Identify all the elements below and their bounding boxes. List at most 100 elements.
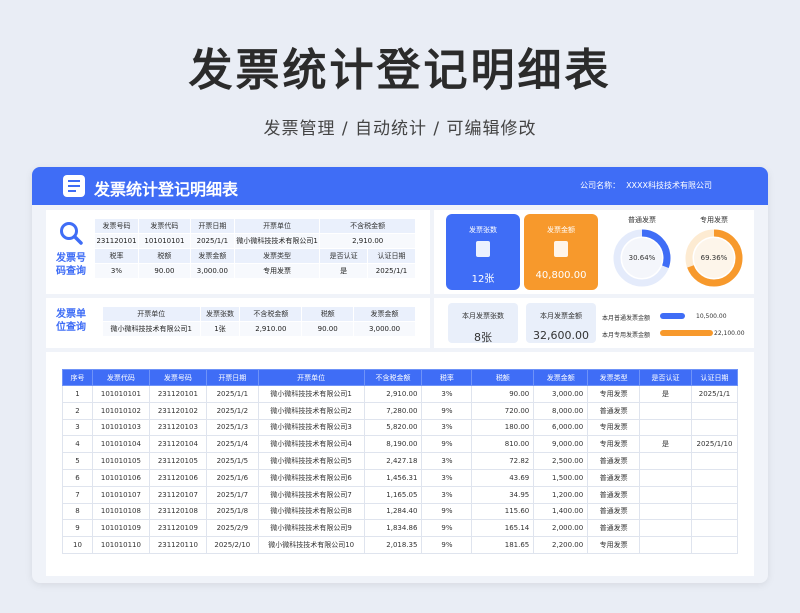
invoice-query-header-cell: 不含税金额 bbox=[319, 218, 416, 234]
table-cell bbox=[690, 401, 739, 420]
coins-icon bbox=[554, 241, 568, 257]
sheet-header: 发票统计登记明细表 公司名称： XXXX科技技术有限公司 bbox=[32, 167, 768, 205]
table-cell: 2,427.18 bbox=[363, 452, 423, 470]
unit-query-value-cell: 90.00 bbox=[301, 321, 355, 337]
table-cell: 231120109 bbox=[148, 519, 207, 538]
invoice-query-header-cell: 发票金额 bbox=[189, 248, 235, 264]
month-ordinary-bar bbox=[660, 313, 685, 319]
table-cell: 180.00 bbox=[471, 418, 535, 437]
table-cell: 101010107 bbox=[91, 485, 150, 504]
search-icon bbox=[60, 222, 83, 245]
unit-query-value-cell: 2,910.00 bbox=[239, 321, 303, 337]
month-special-bar bbox=[660, 330, 713, 336]
table-cell: 专用发票 bbox=[587, 435, 641, 454]
invoice-query-label-line1: 发票号 bbox=[56, 253, 86, 264]
unit-query-label: 发票单 位查询 bbox=[52, 308, 90, 334]
table-cell bbox=[639, 401, 692, 420]
unit-query-header-cell: 不含税金额 bbox=[239, 306, 303, 322]
table-row: 10 101010110 231120110 2025/2/10 微小微科技技术有限公司… bbox=[62, 536, 739, 554]
table-cell: 1,400.00 bbox=[533, 502, 589, 521]
invoice-query-value-cell: 101010101 bbox=[137, 233, 191, 249]
table-cell: 101010106 bbox=[91, 468, 150, 487]
table-cell: 3% bbox=[421, 452, 473, 470]
month-special-label: 本月专用发票金额 bbox=[602, 332, 651, 339]
column-header: 税率 bbox=[421, 369, 473, 386]
invoice-count-value: 12张 bbox=[471, 274, 495, 285]
table-cell: 2025/1/4 bbox=[205, 435, 259, 454]
invoice-query-header-cell: 税率 bbox=[94, 248, 139, 264]
table-cell: 101010105 bbox=[91, 452, 150, 470]
table-cell bbox=[690, 536, 739, 554]
invoice-query-label-line2: 码查询 bbox=[56, 266, 86, 277]
table-cell: 231120105 bbox=[148, 452, 207, 470]
company-info: 公司名称： XXXX科技技术有限公司 bbox=[580, 180, 712, 191]
invoice-query-value-cell: 2,910.00 bbox=[319, 233, 416, 249]
table-cell: 微小微科技技术有限公司6 bbox=[257, 468, 365, 487]
table-cell: 普通发票 bbox=[587, 485, 641, 504]
table-cell: 2 bbox=[62, 401, 93, 420]
month-count-card: 本月发票张数 8张 bbox=[448, 303, 518, 344]
column-header: 税额 bbox=[471, 369, 535, 386]
table-row: 6 101010106 231120106 2025/1/6 微小微科技技术有限公司6 1… bbox=[62, 468, 739, 487]
table-cell: 2,910.00 bbox=[363, 385, 423, 403]
table-cell: 9 bbox=[62, 519, 93, 538]
table-cell: 7 bbox=[62, 485, 93, 504]
month-amount-label: 本月发票金额 bbox=[540, 312, 582, 320]
table-cell: 2025/1/3 bbox=[205, 418, 259, 437]
table-cell: 101010102 bbox=[91, 401, 150, 420]
table-cell: 普通发票 bbox=[587, 401, 641, 420]
table-cell bbox=[690, 519, 739, 538]
unit-query-header-cell: 税额 bbox=[301, 306, 355, 322]
sheet-title: 发票统计登记明细表 bbox=[94, 180, 239, 199]
table-cell: 231120108 bbox=[148, 502, 207, 521]
column-header: 开票日期 bbox=[205, 369, 259, 386]
page-subtitle: 发票管理 / 自动统计 / 可编辑修改 bbox=[263, 119, 537, 139]
table-cell: 231120102 bbox=[148, 401, 207, 420]
table-cell: 是 bbox=[639, 435, 692, 454]
invoice-query-header-cell: 发票号码 bbox=[94, 218, 139, 234]
table-cell: 2025/2/9 bbox=[205, 519, 259, 538]
table-cell bbox=[690, 452, 739, 470]
table-cell: 微小微科技技术有限公司1 bbox=[257, 385, 365, 403]
table-cell: 微小微科技技术有限公司7 bbox=[257, 485, 365, 504]
month-count-label: 本月发票张数 bbox=[462, 312, 504, 320]
unit-query-panel: 发票单 位查询 开票单位 发票张数 不含税金额 税额 发票金额 微小微科技技术有限公司1… bbox=[46, 298, 430, 348]
invoice-query-value-cell: 3% bbox=[94, 263, 139, 279]
table-cell bbox=[690, 502, 739, 521]
table-cell bbox=[639, 519, 692, 538]
table-cell bbox=[639, 468, 692, 487]
table-cell: 1,456.31 bbox=[363, 468, 423, 487]
column-header: 序号 bbox=[62, 369, 93, 386]
table-cell bbox=[639, 536, 692, 554]
table-cell: 8,190.00 bbox=[363, 435, 423, 454]
table-cell: 7,280.00 bbox=[363, 401, 423, 420]
column-header: 发票号码 bbox=[148, 369, 207, 386]
table-cell bbox=[690, 485, 739, 504]
table-cell: 231120110 bbox=[148, 536, 207, 554]
month-ordinary-value: 10,500.00 bbox=[696, 313, 727, 320]
table-cell: 231120103 bbox=[148, 418, 207, 437]
table-row: 4 101010104 231120104 2025/1/4 微小微科技技术有限公司4 8… bbox=[62, 435, 739, 454]
table-cell: 微小微科技技术有限公司3 bbox=[257, 418, 365, 437]
table-cell: 2025/1/5 bbox=[205, 452, 259, 470]
table-cell: 2025/1/6 bbox=[205, 468, 259, 487]
table-cell: 3% bbox=[421, 485, 473, 504]
table-cell: 720.00 bbox=[471, 401, 535, 420]
invoice-table: 序号 发票代码 发票号码 开票日期 开票单位 不含税金额 税率 税额 发票金额 发票类型 是否认证认… bbox=[62, 369, 739, 554]
column-header: 发票金额 bbox=[533, 369, 589, 386]
invoice-query-value-cell: 3,000.00 bbox=[189, 263, 235, 279]
invoice-query-panel: 发票号 码查询 发票号码 发票代码 开票日期 开票单位 不含税金额 231120101 1… bbox=[46, 210, 430, 294]
special-invoice-label: 专用发票 bbox=[700, 216, 728, 224]
invoice-query-header-cell: 开票单位 bbox=[233, 218, 321, 234]
invoice-query-value-cell: 2025/1/1 bbox=[189, 233, 235, 249]
table-cell: 普通发票 bbox=[587, 502, 641, 521]
unit-query-header-cell: 发票张数 bbox=[199, 306, 241, 322]
table-cell bbox=[690, 468, 739, 487]
invoice-query-value-cell: 2025/1/1 bbox=[367, 263, 416, 279]
document-icon bbox=[63, 175, 85, 197]
table-cell: 3% bbox=[421, 418, 473, 437]
month-count-value: 8张 bbox=[474, 331, 492, 344]
table-cell: 10 bbox=[62, 536, 93, 554]
table-cell: 1,165.05 bbox=[363, 485, 423, 504]
invoice-query-header-cell: 发票代码 bbox=[137, 218, 191, 234]
